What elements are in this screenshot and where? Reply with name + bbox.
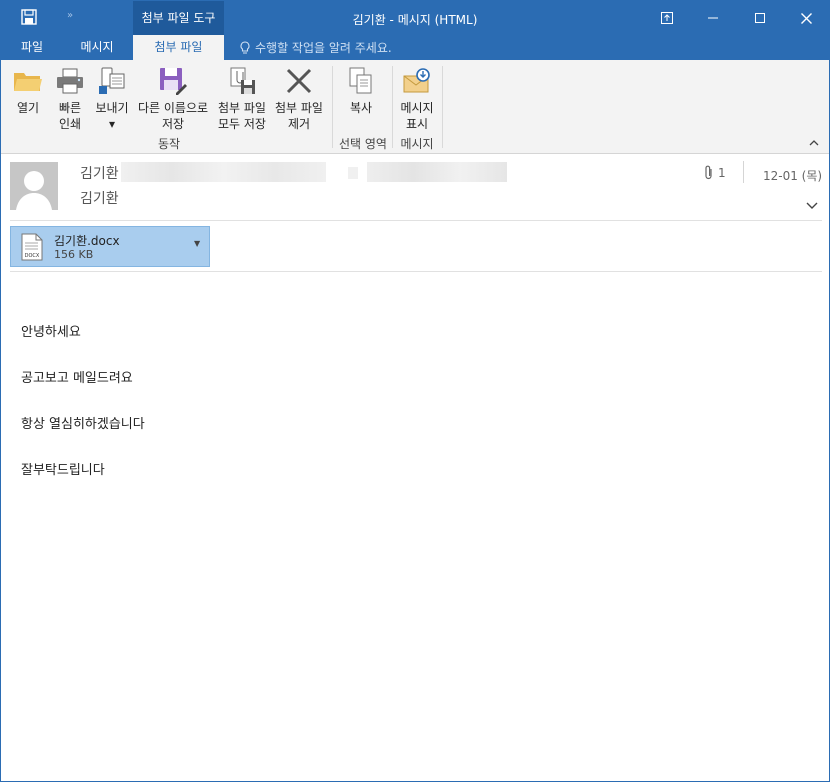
tell-me-placeholder: 수행할 작업을 알려 주세요. (255, 40, 392, 55)
send-to-button[interactable]: 보내기 ▾ (93, 64, 131, 132)
printer-icon (53, 64, 87, 98)
maximize-icon (755, 13, 765, 23)
collapse-ribbon-icon[interactable] (809, 138, 819, 149)
body-line: 항상 열심히하겠습니다 (21, 417, 145, 432)
sender-name[interactable]: 김기환 (80, 163, 119, 183)
save-icon[interactable] (21, 9, 37, 25)
body-line: 공고보고 메일드려요 (21, 371, 133, 386)
redacted-fragment (348, 167, 358, 179)
header-separator (743, 161, 744, 183)
remove-icon (282, 64, 316, 98)
message-body[interactable]: 안녕하세요 공고보고 메일드려요 항상 열심히하겠습니다 잘부탁드립니다 (21, 325, 145, 509)
attachment-filename: 김기환.docx (54, 234, 120, 248)
group-separator (332, 66, 333, 148)
close-icon (800, 12, 812, 24)
save-all-icon (225, 64, 259, 98)
tab-attachments[interactable]: 첨부 파일 (133, 35, 224, 60)
open-folder-icon (11, 64, 45, 98)
save-as-button[interactable]: 다른 이름으로 저장 (135, 64, 211, 132)
show-message-label: 메시지 표시 (400, 101, 434, 131)
save-as-label: 다른 이름으로 저장 (137, 101, 209, 131)
close-button[interactable] (783, 1, 829, 35)
remove-attachment-button[interactable]: 첨부 파일 제거 (271, 64, 327, 132)
copy-label: 복사 (349, 101, 373, 115)
recipient-name[interactable]: 김기환 (80, 188, 119, 208)
show-message-button[interactable]: 메시지 표시 (397, 64, 437, 132)
body-line: 안녕하세요 (21, 325, 81, 340)
tell-me-box[interactable]: 수행할 작업을 알려 주세요. (239, 35, 392, 60)
quick-print-label: 빠른 인쇄 (58, 101, 82, 131)
quick-print-button[interactable]: 빠른 인쇄 (53, 64, 87, 132)
open-button[interactable]: 열기 (11, 64, 45, 116)
docx-type-label: DOCX (25, 253, 40, 259)
context-tab-title: 첨부 파일 도구 (133, 1, 224, 35)
title-bar: » 첨부 파일 도구 김기환 - 메시지 (HTML) (1, 1, 829, 35)
header-divider (10, 220, 822, 221)
redacted-sender-address (121, 162, 326, 182)
body-line: 잘부탁드립니다 (21, 463, 105, 478)
quick-access-more-icon[interactable]: » (67, 10, 73, 21)
ribbon-tab-row: 파일 메시지 첨부 파일 수행할 작업을 알려 주세요. (1, 35, 829, 60)
tab-file[interactable]: 파일 (7, 35, 57, 60)
avatar (10, 162, 58, 210)
save-all-label: 첨부 파일 모두 저장 (218, 101, 266, 131)
maximize-button[interactable] (737, 1, 783, 35)
docx-file-icon: DOCX (20, 233, 44, 264)
show-message-icon (400, 64, 434, 98)
group-label-actions: 동작 (157, 137, 181, 151)
attachment-dropdown-icon[interactable]: ▼ (194, 239, 200, 248)
group-label-selection: 선택 영역 (339, 137, 387, 151)
send-to-icon (95, 64, 129, 98)
ribbon-options-icon (661, 12, 673, 24)
minimize-icon (708, 17, 718, 19)
send-to-label: 보내기 ▾ (95, 101, 129, 131)
save-as-icon (156, 64, 190, 98)
paperclip-icon (703, 165, 715, 184)
chevron-down-icon[interactable] (806, 199, 818, 213)
outlook-message-window: » 첨부 파일 도구 김기환 - 메시지 (HTML) 파일 메시지 첨부 파일… (0, 0, 830, 782)
copy-icon (344, 64, 378, 98)
attachment-count: 1 (718, 166, 726, 180)
attachment-item[interactable]: DOCX 김기환.docx 156 KB ▼ (10, 226, 210, 267)
received-date: 12-01 (목) (763, 169, 823, 183)
attachment-divider (10, 271, 822, 272)
ribbon-display-options-button[interactable] (644, 1, 690, 35)
group-separator (442, 66, 443, 148)
save-all-attachments-button[interactable]: 첨부 파일 모두 저장 (215, 64, 269, 132)
group-label-message: 메시지 (400, 137, 434, 151)
lightbulb-icon (240, 40, 250, 53)
group-separator (392, 66, 393, 148)
open-label: 열기 (16, 101, 40, 115)
tab-message[interactable]: 메시지 (69, 35, 125, 60)
minimize-button[interactable] (690, 1, 736, 35)
remove-label: 첨부 파일 제거 (275, 101, 323, 131)
ribbon: 열기 빠른 인쇄 보내기 ▾ 다른 이름으로 저장 첨부 파일 모두 저장 첨부… (1, 60, 829, 154)
redacted-recipient-address (367, 162, 507, 182)
attachment-size: 156 KB (54, 248, 94, 261)
copy-button[interactable]: 복사 (344, 64, 378, 116)
